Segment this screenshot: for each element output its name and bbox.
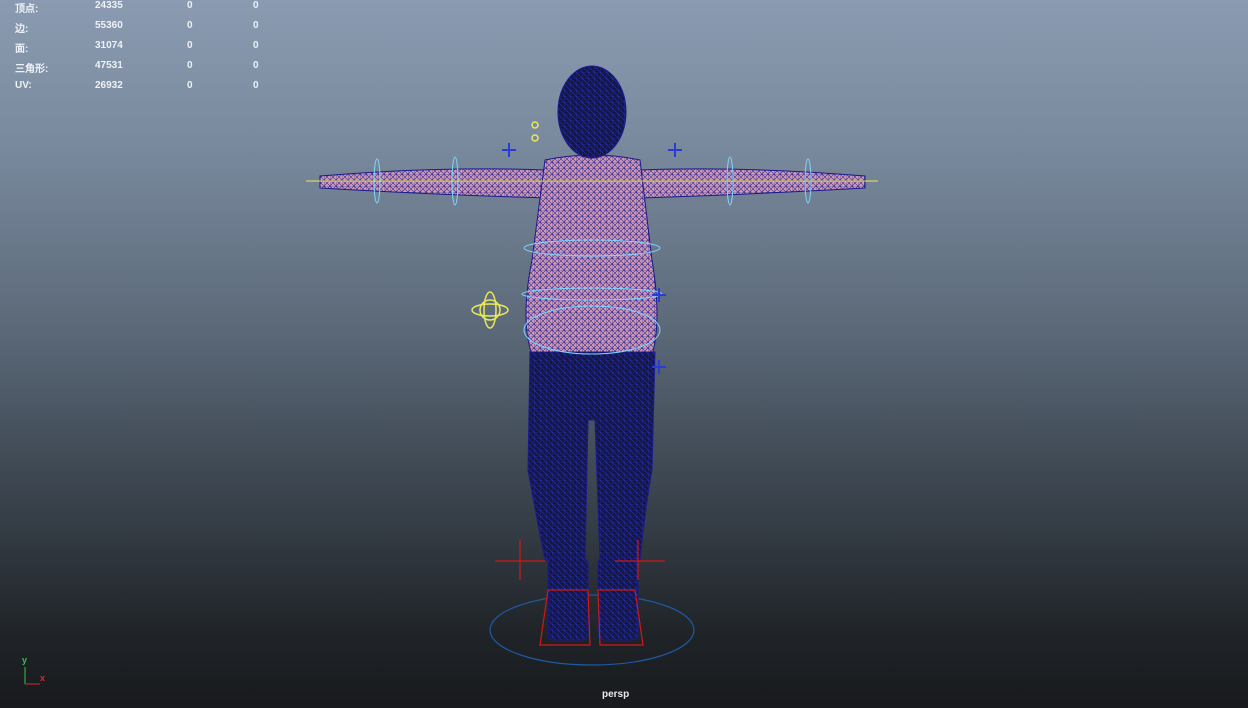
stat-value: 31074 <box>95 40 123 51</box>
axis-x-label: x <box>40 673 46 683</box>
stat-selected: 0 <box>187 80 193 91</box>
stat-label: 顶点: <box>15 4 39 15</box>
stat-selected: 0 <box>187 40 193 51</box>
left-arm <box>319 168 549 199</box>
left-boot <box>547 557 589 641</box>
stat-value: 26932 <box>95 80 123 91</box>
stat-selected: 0 <box>187 20 193 31</box>
stat-selected: 0 <box>187 0 193 11</box>
torso <box>525 154 658 356</box>
right-boot <box>597 557 639 641</box>
viewport-3d[interactable] <box>0 0 1248 708</box>
ground-control-circle <box>489 594 695 666</box>
character-mesh[interactable] <box>306 65 878 666</box>
stat-value: 24335 <box>95 0 123 11</box>
stat-value: 47531 <box>95 60 123 71</box>
stat-component: 0 <box>253 0 259 11</box>
stat-component: 0 <box>253 80 259 91</box>
stat-component: 0 <box>253 40 259 51</box>
stat-label: UV: <box>15 80 32 91</box>
right-arm <box>636 168 866 199</box>
stat-component: 0 <box>253 60 259 71</box>
stat-selected: 0 <box>187 60 193 71</box>
axis-gizmo-icon: y x <box>18 655 58 687</box>
camera-name-label: persp <box>602 689 630 700</box>
stat-label: 三角形: <box>15 64 49 75</box>
stat-label: 边: <box>15 24 29 35</box>
pants <box>527 351 656 561</box>
stat-component: 0 <box>253 20 259 31</box>
head <box>557 65 627 159</box>
axis-y-label: y <box>22 655 28 665</box>
stat-value: 55360 <box>95 20 123 31</box>
stat-label: 面: <box>15 44 29 55</box>
